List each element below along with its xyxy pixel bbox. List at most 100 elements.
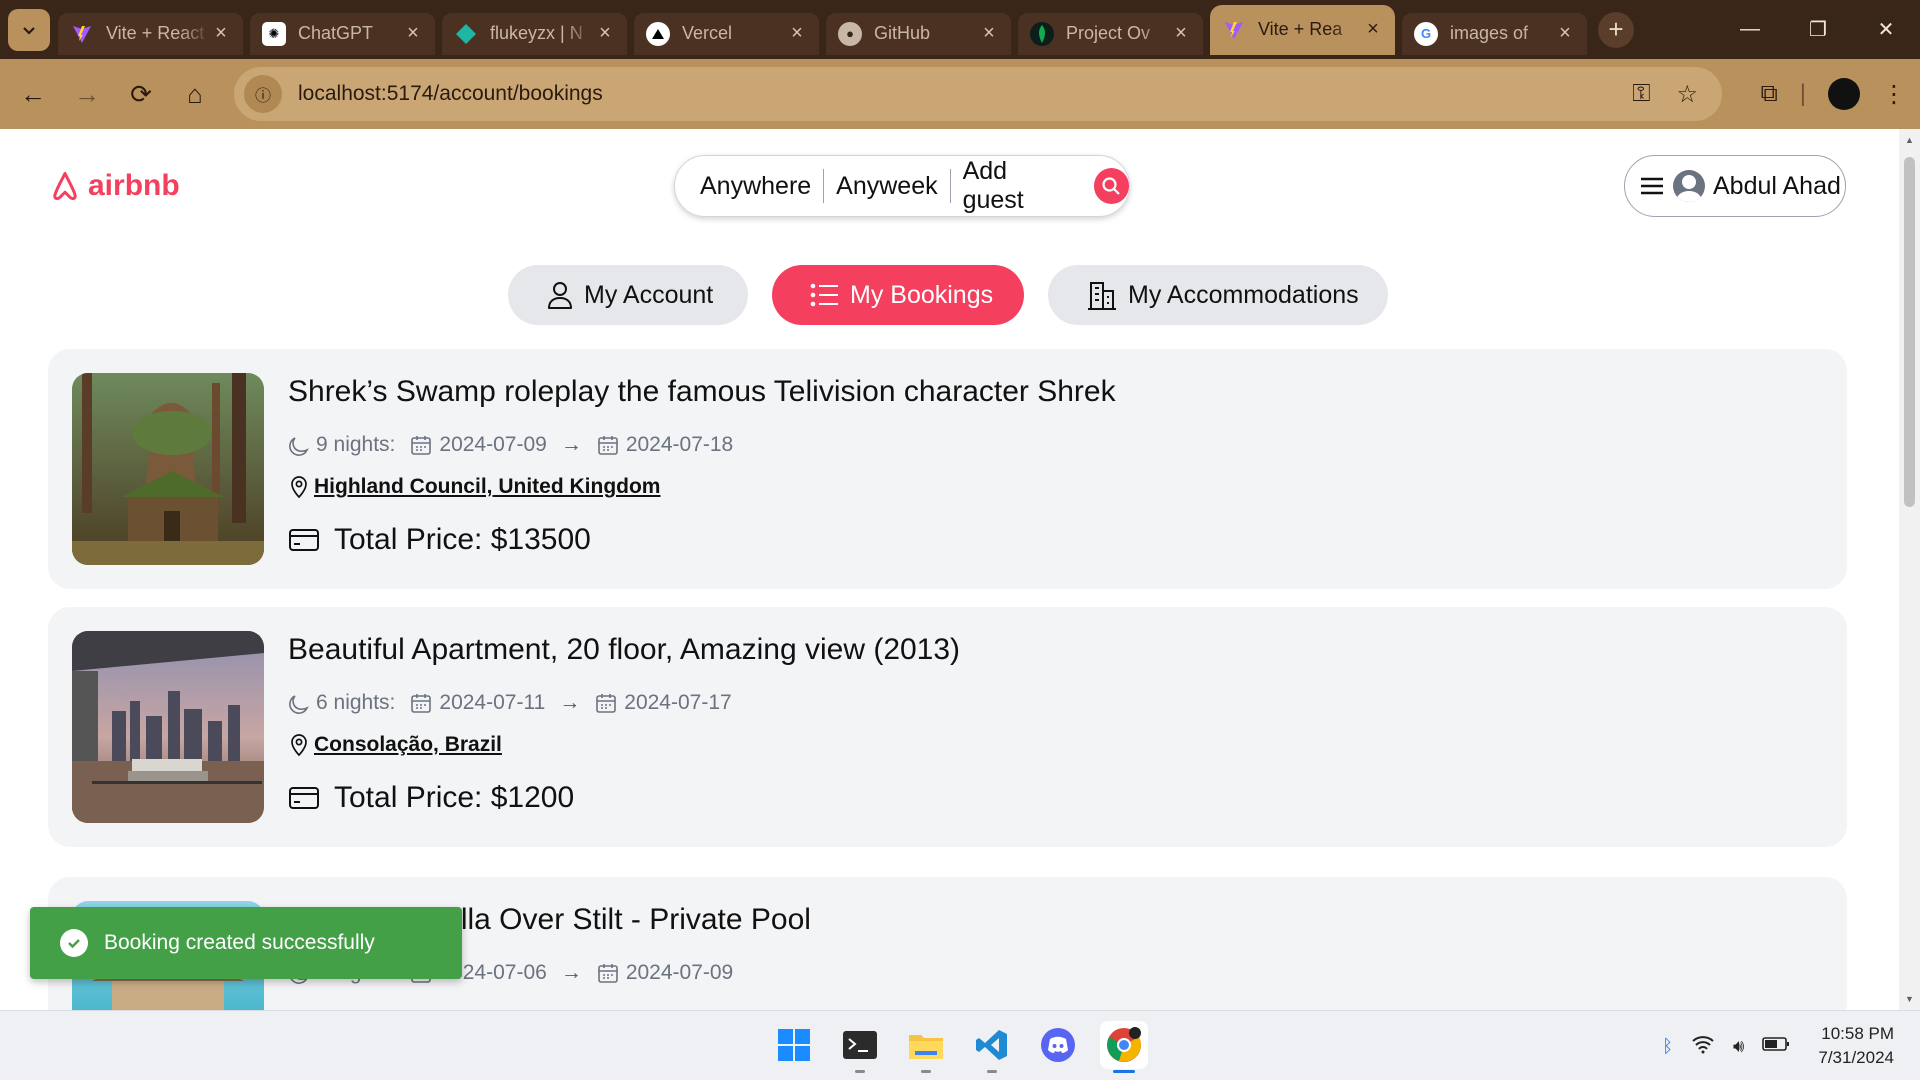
calendar-icon (409, 433, 433, 457)
windows-start-icon[interactable] (770, 1021, 818, 1069)
diamond-icon (454, 22, 478, 46)
key-icon[interactable]: ⚿ (1632, 80, 1650, 109)
user-avatar-icon (1673, 170, 1705, 202)
credit-card-icon (289, 787, 319, 809)
search-guests[interactable]: Add guest (951, 157, 1086, 215)
restore-icon[interactable]: ❐ (1784, 0, 1852, 59)
url-text[interactable]: localhost:5174/account/bookings (298, 82, 603, 106)
tab-title: Vite + Rea (1258, 19, 1343, 39)
tab-title: ChatGPT (298, 23, 374, 43)
airbnb-logo[interactable]: airbnb (50, 169, 180, 203)
close-icon[interactable]: × (979, 22, 999, 45)
booking-dates: 9 nights: 2024-07-09 → 2024-07-18 (288, 433, 733, 457)
google-icon: G (1414, 21, 1438, 46)
booking-card[interactable]: Shrek’s Swamp roleplay the famous Telivi… (48, 349, 1847, 589)
wifi-icon[interactable] (1691, 1034, 1715, 1059)
check-circle-icon (60, 929, 88, 957)
forward-arrow-icon[interactable]: → (60, 67, 114, 121)
scroll-down-icon[interactable]: ▼ (1904, 994, 1915, 1006)
browser-tab[interactable]: G images of × (1402, 12, 1587, 55)
vite-icon (70, 22, 94, 46)
nights-count: 9 nights: (316, 433, 396, 456)
browser-tabbar: Vite + React × ✺ ChatGPT × flukeyzx | N … (0, 0, 1920, 59)
search-bar[interactable]: Anywhere Anyweek Add guest (674, 155, 1130, 217)
close-icon[interactable]: × (1171, 22, 1191, 45)
scrollbar-thumb[interactable] (1904, 157, 1915, 507)
file-explorer-icon[interactable] (902, 1021, 950, 1073)
booking-photo[interactable] (72, 373, 264, 565)
tab-my-accommodations[interactable]: My Accommodations (1048, 265, 1388, 325)
search-button[interactable] (1093, 168, 1129, 204)
tab-my-bookings[interactable]: My Bookings (772, 265, 1024, 325)
new-tab-button[interactable]: + (1598, 11, 1634, 48)
system-clock[interactable]: 10:58 PM 7/31/2024 (1818, 1022, 1894, 1070)
close-icon[interactable]: × (595, 22, 615, 45)
site-info-icon[interactable]: ⓘ (244, 75, 282, 113)
check-in-date: 2024-07-11 (439, 691, 546, 714)
tab-my-account[interactable]: My Account (508, 265, 748, 325)
check-in-date: 2024-07-09 (439, 433, 547, 456)
browser-tab[interactable]: Vite + React × (58, 12, 243, 55)
tab-label: My Bookings (850, 280, 994, 309)
booking-title[interactable]: Shrek’s Swamp roleplay the famous Telivi… (288, 375, 1116, 409)
browser-tab[interactable]: flukeyzx | N × (442, 12, 627, 55)
home-icon[interactable]: ⌂ (168, 67, 222, 121)
close-icon[interactable]: × (1555, 22, 1575, 45)
browser-tab[interactable]: Project Ov × (1018, 12, 1203, 55)
browser-tab[interactable]: ● GitHub × (826, 12, 1011, 55)
close-icon[interactable]: × (787, 22, 807, 45)
address-bar-actions: ⚿ ☆ (1632, 80, 1698, 109)
calendar-icon (594, 691, 618, 715)
search-when[interactable]: Anyweek (824, 172, 949, 201)
scroll-up-icon[interactable]: ▲ (1904, 135, 1915, 147)
page-scrollbar[interactable]: ▲ ▼ (1899, 129, 1920, 1010)
arrow-right-icon: → (560, 433, 582, 456)
bookmark-star-icon[interactable]: ☆ (1676, 80, 1698, 109)
tab-title: flukeyzx | N (490, 23, 583, 43)
check-out-date: 2024-07-09 (625, 961, 734, 984)
booking-photo[interactable] (72, 631, 264, 823)
booking-title[interactable]: Beautiful Apartment, 20 floor, Amazing v… (288, 633, 960, 667)
close-icon[interactable]: × (403, 22, 423, 45)
browser-tab[interactable]: Vercel × (634, 12, 819, 55)
extensions-puzzle-icon[interactable]: ⧉ (1761, 80, 1778, 108)
tab-strip: Vite + React × ✺ ChatGPT × flukeyzx | N … (58, 4, 1594, 55)
close-icon[interactable]: × (211, 22, 231, 45)
address-bar[interactable]: ⓘ localhost:5174/account/bookings ⚿ ☆ (234, 67, 1722, 121)
search-where[interactable]: Anywhere (700, 172, 823, 201)
location-link[interactable]: Highland Council, United Kingdom (314, 475, 660, 499)
bluetooth-icon[interactable]: ᛒ (1662, 1036, 1673, 1057)
moon-icon (288, 434, 310, 456)
reload-icon[interactable]: ⟳ (114, 67, 168, 121)
arrow-right-icon: → (560, 961, 582, 984)
total-price: Total Price: $1200 (334, 781, 575, 814)
discord-icon[interactable] (1034, 1021, 1082, 1069)
kebab-menu-icon[interactable]: ⋮ (1882, 80, 1906, 109)
toolbar-divider: | (1799, 80, 1806, 107)
terminal-icon[interactable] (836, 1021, 884, 1073)
chrome-icon[interactable] (1100, 1021, 1148, 1073)
booking-price: Total Price: $1200 (288, 781, 574, 815)
booking-dates: 6 nights: 2024-07-11 → 2024-07-17 (288, 691, 732, 715)
tab-title: Vite + React (106, 23, 205, 43)
chatgpt-icon: ✺ (262, 21, 286, 46)
user-menu-button[interactable]: Abdul Ahad (1624, 155, 1846, 217)
tab-title: Vercel (682, 23, 733, 43)
close-icon[interactable]: × (1363, 18, 1383, 41)
profile-avatar[interactable] (1828, 78, 1860, 110)
tab-title: GitHub (874, 23, 931, 43)
chevron-down-icon (23, 26, 35, 35)
booking-card[interactable]: Beautiful Apartment, 20 floor, Amazing v… (48, 607, 1847, 847)
user-icon (548, 282, 572, 309)
minimize-icon[interactable]: — (1716, 0, 1784, 59)
location-link[interactable]: Consolação, Brazil (314, 733, 502, 757)
success-toast[interactable]: Booking created successfully (30, 907, 462, 979)
back-arrow-icon[interactable]: ← (6, 67, 60, 121)
browser-tab-active[interactable]: Vite + Rea × (1210, 4, 1395, 55)
tab-search-button[interactable] (8, 8, 50, 51)
battery-icon[interactable] (1762, 1036, 1790, 1057)
close-window-icon[interactable]: ✕ (1852, 0, 1920, 59)
vscode-icon[interactable] (968, 1021, 1016, 1073)
browser-tab[interactable]: ✺ ChatGPT × (250, 12, 435, 55)
volume-icon[interactable]: 🔊︎ (1733, 1036, 1744, 1057)
